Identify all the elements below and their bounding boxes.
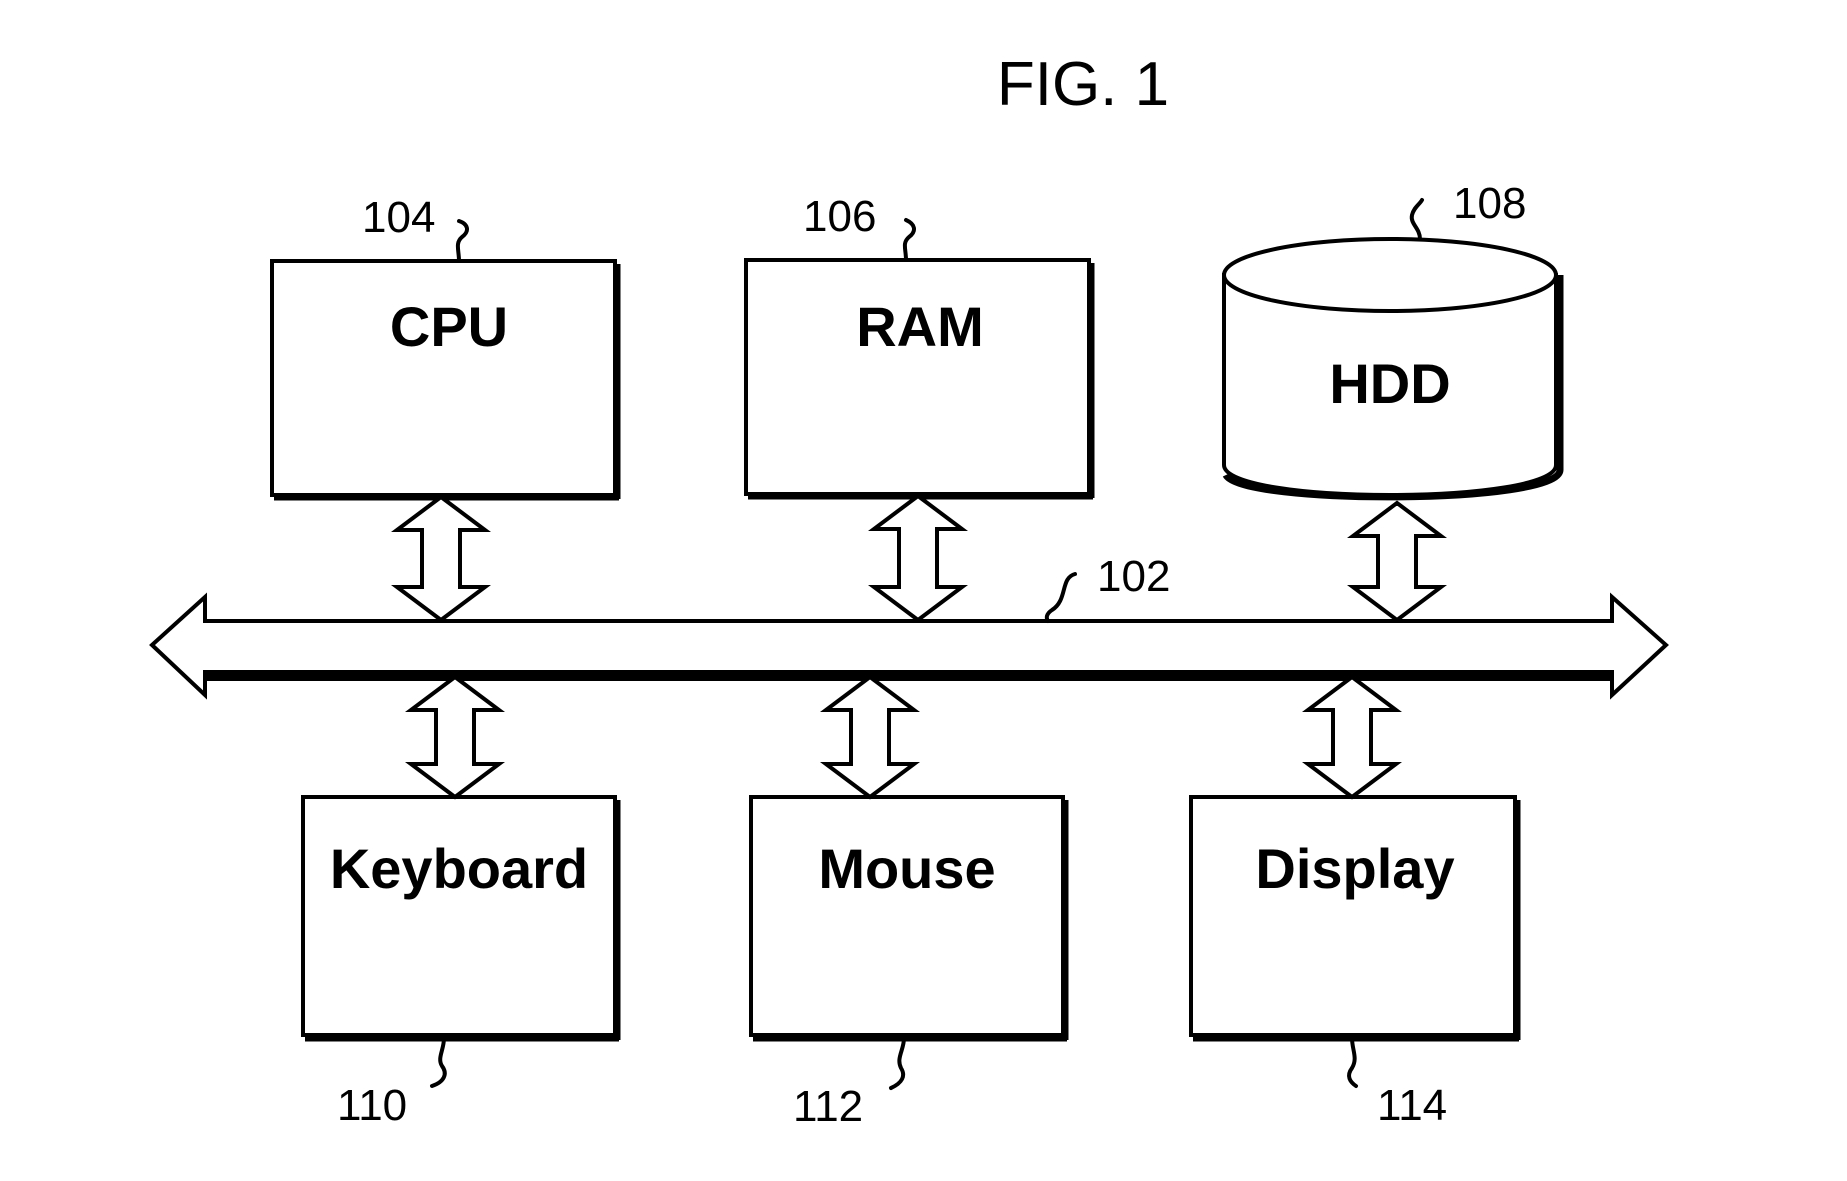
keyboard-bus-double-arrow	[405, 674, 505, 800]
figure-title: FIG. 1	[997, 50, 1169, 119]
cpu-ref-leader	[455, 219, 469, 263]
hdd-label: HDD	[1329, 352, 1450, 415]
hdd-ref-leader	[1409, 198, 1424, 241]
hdd-top	[1222, 237, 1558, 313]
component-hdd: HDD 108	[1222, 179, 1564, 501]
component-ram: RAM 106	[744, 192, 1095, 500]
mouse-box	[749, 795, 1065, 1037]
cpu-ref-label: 104	[362, 193, 435, 242]
mouse-bus-double-arrow	[820, 674, 920, 800]
component-cpu: CPU 104	[270, 193, 621, 501]
keyboard-box	[301, 795, 617, 1037]
mouse-label: Mouse	[818, 837, 995, 900]
component-keyboard: Keyboard 110	[301, 795, 621, 1130]
display-label: Display	[1255, 837, 1454, 900]
block-diagram: FIG. 1 102 CPU 104 RAM 106 HDD 108 Keybo…	[149, 50, 1669, 1131]
hdd-ref-label: 108	[1453, 179, 1526, 228]
display-ref-label: 114	[1377, 1081, 1447, 1130]
keyboard-ref-label: 110	[337, 1081, 407, 1130]
hdd-bus-double-arrow	[1347, 500, 1447, 623]
cpu-bus-double-arrow	[391, 494, 491, 623]
ram-ref-leader	[902, 218, 916, 262]
ram-ref-label: 106	[803, 192, 876, 241]
display-box	[1189, 795, 1517, 1037]
ram-label: RAM	[856, 295, 984, 358]
bus-ref-label: 102	[1097, 552, 1170, 601]
keyboard-label: Keyboard	[330, 837, 588, 900]
component-display: Display 114	[1189, 795, 1521, 1130]
mouse-ref-leader	[889, 1036, 906, 1090]
display-ref-leader	[1347, 1036, 1358, 1088]
mouse-ref-label: 112	[793, 1082, 863, 1131]
cpu-label: CPU	[390, 295, 508, 358]
display-bus-double-arrow	[1302, 674, 1402, 800]
bus-ref-leader	[1044, 572, 1077, 623]
component-mouse: Mouse 112	[749, 795, 1069, 1131]
ram-bus-double-arrow	[868, 493, 968, 623]
keyboard-ref-leader	[430, 1036, 447, 1088]
